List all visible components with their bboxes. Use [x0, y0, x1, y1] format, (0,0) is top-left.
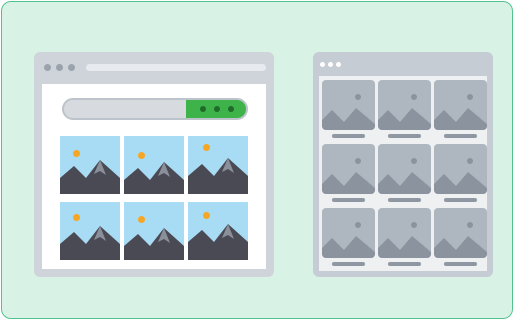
window-dot-icon: [56, 64, 63, 71]
image-card: [378, 208, 431, 268]
caption-line: [388, 198, 421, 202]
image-thumbnail: [124, 136, 184, 194]
window-dot-icon: [336, 62, 341, 67]
mountain-icon: [434, 108, 487, 130]
search-bar: [62, 98, 248, 120]
mountain-icon: [188, 224, 248, 260]
image-card: [322, 144, 375, 204]
card-grid: [319, 76, 487, 271]
image-placeholder: [322, 144, 375, 194]
mountain-icon: [434, 236, 487, 258]
address-bar: [86, 64, 266, 71]
mountain-icon: [322, 172, 375, 194]
mountain-icon: [322, 236, 375, 258]
window-dot-icon: [68, 64, 75, 71]
button-dot-icon: [214, 106, 220, 112]
mountain-icon: [378, 172, 431, 194]
mountain-icon: [124, 162, 184, 194]
image-placeholder: [434, 208, 487, 258]
mountain-icon: [434, 172, 487, 194]
image-placeholder: [322, 208, 375, 258]
image-placeholder: [434, 80, 487, 130]
image-placeholder: [434, 144, 487, 194]
caption-line: [444, 198, 477, 202]
mountain-icon: [378, 108, 431, 130]
image-card: [322, 208, 375, 268]
caption-line: [444, 134, 477, 138]
image-placeholder: [378, 80, 431, 130]
caption-line: [332, 262, 365, 266]
browser-window-left: [34, 52, 274, 277]
image-card: [434, 80, 487, 140]
window-dot-icon: [328, 62, 333, 67]
image-thumbnail: [188, 202, 248, 260]
caption-line: [444, 262, 477, 266]
mountain-icon: [124, 228, 184, 260]
mountain-icon: [322, 108, 375, 130]
caption-line: [332, 134, 365, 138]
button-dot-icon: [200, 106, 206, 112]
mountain-icon: [60, 160, 120, 194]
mountain-icon: [60, 226, 120, 260]
image-card: [322, 80, 375, 140]
image-placeholder: [322, 80, 375, 130]
image-placeholder: [378, 144, 431, 194]
image-thumbnail: [60, 202, 120, 260]
browser-window-right: [313, 52, 493, 277]
image-card: [378, 80, 431, 140]
image-card: [434, 144, 487, 204]
image-card: [434, 208, 487, 268]
window-dot-icon: [320, 62, 325, 67]
image-thumbnail: [60, 136, 120, 194]
search-button: [186, 100, 246, 118]
caption-line: [388, 134, 421, 138]
mountain-icon: [378, 236, 431, 258]
browser-content: [42, 84, 266, 269]
caption-line: [388, 262, 421, 266]
image-card: [378, 144, 431, 204]
image-thumbnail: [188, 136, 248, 194]
image-placeholder: [378, 208, 431, 258]
window-dot-icon: [44, 64, 51, 71]
mountain-icon: [188, 158, 248, 194]
illustration-canvas: [1, 1, 513, 319]
image-thumbnail: [124, 202, 184, 260]
caption-line: [332, 198, 365, 202]
button-dot-icon: [228, 106, 234, 112]
